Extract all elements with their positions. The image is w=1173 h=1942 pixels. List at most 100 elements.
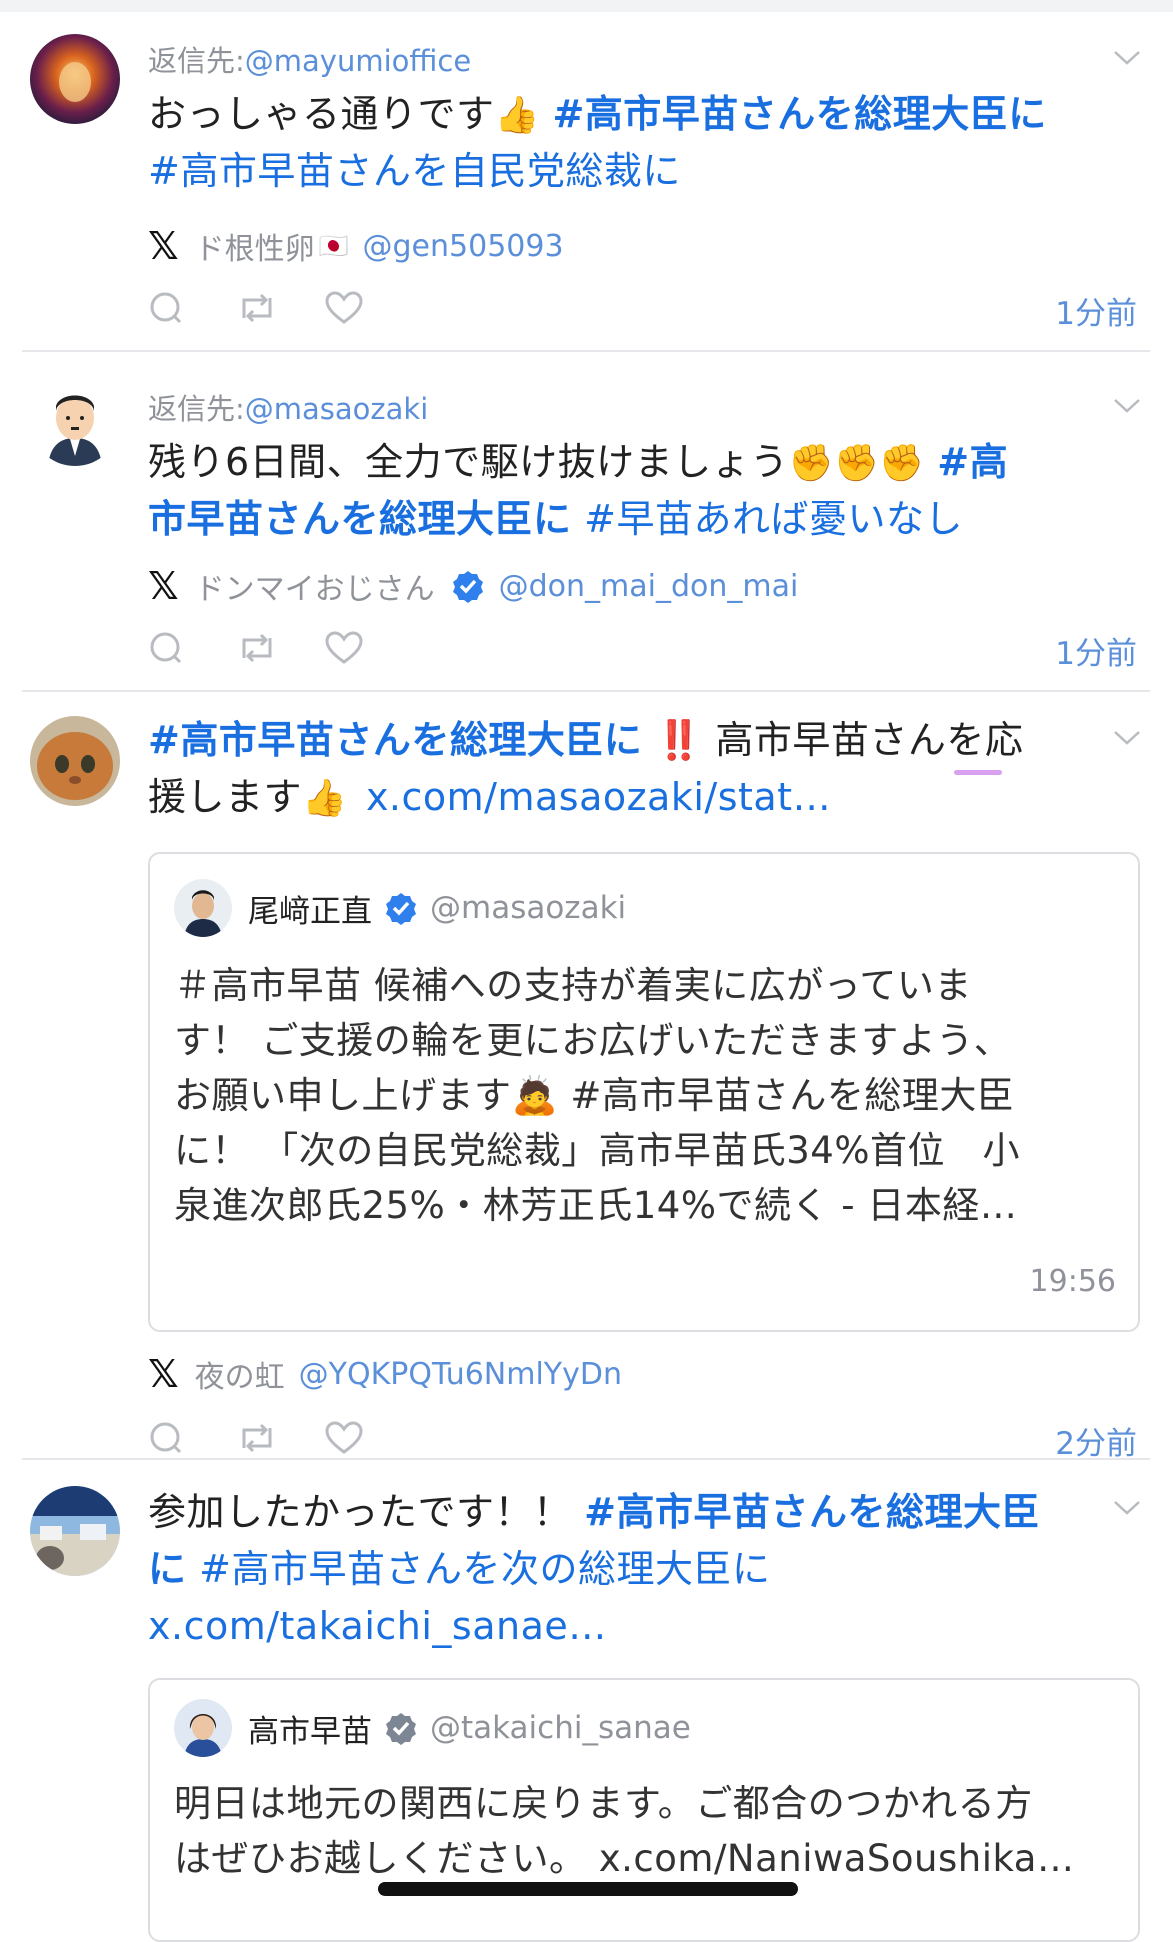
x-logo-icon: 𝕏 (148, 1352, 179, 1396)
avatar[interactable] (30, 376, 120, 466)
text-underline-mark (954, 770, 1002, 775)
quote-line: お願い申し上げます (174, 1074, 512, 1117)
avatar[interactable] (174, 879, 232, 937)
avatar[interactable] (30, 1486, 120, 1576)
quote-author-handle[interactable]: @masaozaki (430, 890, 626, 926)
home-indicator[interactable] (378, 1882, 798, 1896)
hashtag-link[interactable]: #早苗あれば憂いなし (584, 497, 963, 541)
hashtag-link-continued[interactable]: に (148, 1547, 187, 1591)
tweet-text: おっしゃる通りです👍 #高市早苗さんを総理大臣に #高市早苗さんを自民党総裁に (148, 86, 1108, 200)
retweet-icon (242, 633, 272, 663)
hashtag-link[interactable]: #高 (937, 440, 1008, 484)
reply-button[interactable] (148, 626, 236, 670)
tweet-body: 高市早苗さんを応 (715, 718, 1024, 762)
quote-timestamp: 19:56 (1029, 1264, 1116, 1299)
tweet-body: 参加したかったです！！ (148, 1490, 572, 1534)
chevron-down-icon[interactable] (1112, 48, 1142, 68)
reply-handle-link[interactable]: @masaozaki (245, 392, 429, 426)
tweet-link[interactable]: x.com/takaichi_sanae… (148, 1604, 607, 1648)
double-exclamation-emoji: ‼️ (654, 718, 703, 762)
hashtag-link[interactable]: #高市早苗さんを自民党総裁に (148, 149, 681, 193)
retweet-icon (242, 1423, 272, 1453)
reply-handle-link[interactable]: @mayumioffice (245, 44, 471, 78)
quote-line: 泉進次郎氏25%・林芳正氏14%で続く - 日本経… (174, 1184, 1018, 1227)
like-button[interactable] (324, 286, 412, 330)
quote-author-name: 尾﨑正直 (248, 893, 372, 930)
retweet-icon (242, 293, 272, 323)
reply-prefix: 返信先: (148, 392, 245, 426)
tweet-text: 残り6日間、全力で駆け抜けましょう✊✊✊ #高 市早苗さんを総理大臣に #早苗あ… (148, 434, 1108, 548)
quote-text: 明日は地元の関西に戻ります。ご都合のつかれる方 はぜひお越しください。 x.co… (174, 1776, 1114, 1886)
reply-icon (150, 632, 182, 664)
author-row[interactable]: 𝕏 ドンマイおじさん @don_mai_don_mai (148, 564, 799, 608)
like-icon (325, 631, 363, 664)
like-icon (325, 1421, 363, 1454)
top-strip (0, 0, 1173, 12)
quoted-tweet[interactable]: 高市早苗 @takaichi_sanae 明日は地元の関西に戻ります。ご都合のつ… (148, 1678, 1140, 1942)
verified-badge-icon (386, 893, 416, 925)
reply-button[interactable] (148, 286, 236, 330)
quote-line: す！ ご支援の輪を更にお広げいただきますよう、 (174, 1019, 1012, 1062)
divider (22, 350, 1150, 352)
quote-header: 尾﨑正直 @masaozaki (174, 878, 626, 938)
author-handle-link[interactable]: @YQKPQTu6NmlYyDn (299, 1357, 622, 1392)
tweet-body: おっしゃる通りです (148, 92, 495, 136)
x-logo-icon: 𝕏 (148, 564, 179, 608)
tweet-text: #高市早苗さんを総理大臣に ‼️ 高市早苗さんを応 援します👍 x.com/ma… (148, 712, 1108, 826)
quote-line: ＃高市早苗 候補への支持が着実に広がっていま (174, 964, 972, 1007)
divider (22, 690, 1150, 692)
retweet-button[interactable] (236, 626, 324, 670)
hashtag-link[interactable]: #高市早苗さんを次の総理大臣に (199, 1547, 770, 1591)
author-handle-link[interactable]: @gen505093 (363, 229, 564, 264)
quote-line: はぜひお越しください。 x.com/NaniwaSoushika… (174, 1837, 1075, 1880)
avatar[interactable] (30, 34, 120, 124)
reply-to-label: 返信先:@mayumioffice (148, 38, 471, 80)
chevron-down-icon[interactable] (1112, 1498, 1142, 1518)
quote-text: ＃高市早苗 候補への支持が着実に広がっていま す！ ご支援の輪を更にお広げいただ… (174, 958, 1114, 1233)
tweet-link[interactable]: x.com/masaozaki/stat… (366, 775, 831, 819)
chevron-down-icon[interactable] (1112, 728, 1142, 748)
quote-author-name: 高市早苗 (248, 1713, 372, 1750)
quote-line: に！ 「次の自民党総裁」高市早苗氏34%首位 小 (174, 1129, 1020, 1172)
author-row[interactable]: 𝕏 夜の虹 @YQKPQTu6NmlYyDn (148, 1352, 622, 1396)
retweet-button[interactable] (236, 286, 324, 330)
raised-fist-emoji: ✊✊✊ (788, 443, 925, 484)
tweet-body-continued: 援します (148, 775, 303, 819)
author-name: ド根性卵 (194, 232, 315, 267)
reply-button[interactable] (148, 1416, 236, 1460)
divider (22, 1458, 1150, 1460)
action-bar (148, 626, 412, 670)
thumbs-up-emoji: 👍 (494, 95, 540, 136)
reply-icon (150, 1422, 182, 1454)
hashtag-link[interactable]: #高市早苗さんを総理大臣 (584, 1490, 1040, 1534)
chevron-down-icon[interactable] (1112, 396, 1142, 416)
avatar[interactable] (174, 1699, 232, 1757)
hashtag-link-continued[interactable]: 市早苗さんを総理大臣に (148, 497, 572, 541)
author-row[interactable]: 𝕏 ド根性卵 🇯🇵 @gen505093 (148, 224, 564, 268)
like-icon (325, 291, 363, 324)
tweet-text: 参加したかったです！！ #高市早苗さんを総理大臣 に #高市早苗さんを次の総理大… (148, 1484, 1108, 1655)
quote-header: 高市早苗 @takaichi_sanae (174, 1698, 691, 1758)
retweet-button[interactable] (236, 1416, 324, 1460)
hashtag-link[interactable]: #高市早苗さんを総理大臣に (552, 92, 1046, 136)
action-bar (148, 286, 412, 330)
author-name: 夜の虹 (194, 1360, 285, 1395)
thumbs-up-emoji: 👍 (302, 778, 348, 819)
quoted-tweet[interactable]: 尾﨑正直 @masaozaki ＃高市早苗 候補への支持が着実に広がっていま す… (148, 852, 1140, 1332)
x-logo-icon: 𝕏 (148, 224, 179, 268)
author-handle-link[interactable]: @don_mai_don_mai (499, 569, 799, 604)
action-bar (148, 1416, 412, 1460)
quote-line: 明日は地元の関西に戻ります。ご都合のつかれる方 (174, 1782, 1033, 1825)
flag-icon: 🇯🇵 (318, 232, 349, 260)
hashtag-link[interactable]: #高市早苗さんを総理大臣に (148, 718, 642, 762)
bowing-person-emoji: 🙇 (511, 1074, 559, 1117)
quote-author-handle[interactable]: @takaichi_sanae (430, 1710, 691, 1746)
like-button[interactable] (324, 626, 412, 670)
like-button[interactable] (324, 1416, 412, 1460)
avatar[interactable] (30, 716, 120, 806)
timestamp: 1分前 (1055, 636, 1137, 672)
verified-badge-icon (386, 1713, 416, 1745)
tweet-body: 残り6日間、全力で駆け抜けましょう (148, 440, 789, 484)
author-name: ドンマイおじさん (194, 572, 435, 607)
verified-badge-icon (452, 571, 483, 603)
